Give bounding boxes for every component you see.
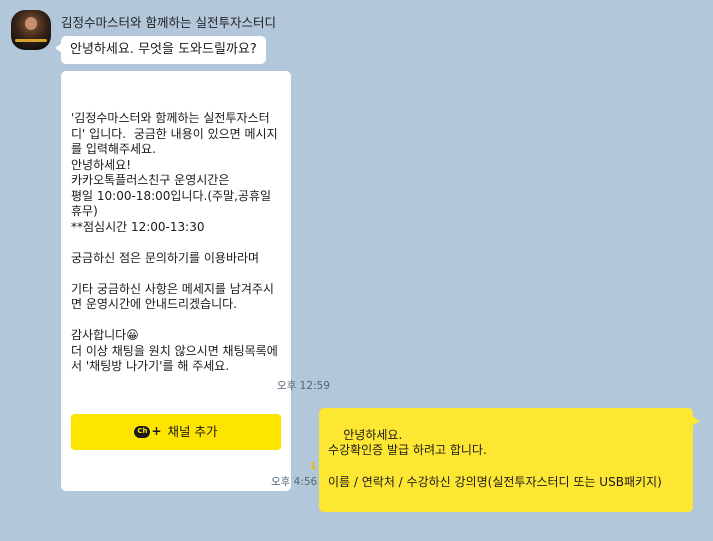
add-channel-button[interactable]: Ch + 채널 추가 bbox=[71, 413, 281, 450]
profile-avatar[interactable] bbox=[11, 10, 51, 50]
kakao-channel-icon: Ch bbox=[134, 425, 151, 438]
greeting-message-bubble: 안녕하세요. 무엇을 도와드릴까요? bbox=[55, 36, 266, 64]
my-message-text: 안녕하세요. 수강확인증 발급 하려고 합니다. 이름 / 연락처 / 수강하신… bbox=[328, 427, 662, 489]
card-timestamp: 오후 12:59 bbox=[277, 380, 330, 392]
sender-name: 김정수마스터와 함께하는 실전투자스터디 bbox=[61, 15, 276, 30]
chat-window: 김정수마스터와 함께하는 실전투자스터디 안녕하세요. 무엇을 도와드릴까요? … bbox=[0, 0, 713, 541]
welcome-card-text: '김정수마스터와 함께하는 실전투자스터디' 입니다. 궁금한 내용이 있으면 … bbox=[71, 111, 278, 373]
avatar-face bbox=[25, 17, 37, 30]
my-message-timestamp: 오후 4:56 bbox=[271, 476, 318, 488]
plus-icon: + bbox=[151, 423, 162, 438]
add-channel-label: 채널 추가 bbox=[167, 423, 218, 439]
avatar-banner bbox=[15, 39, 47, 42]
my-message-bubble: 안녕하세요. 수강확인증 발급 하려고 합니다. 이름 / 연락처 / 수강하신… bbox=[319, 408, 700, 513]
unread-count: 1 bbox=[310, 462, 317, 472]
greeting-message-text: 안녕하세요. 무엇을 도와드릴까요? bbox=[70, 42, 257, 57]
welcome-card-bubble: '김정수마스터와 함께하는 실전투자스터디' 입니다. 궁금한 내용이 있으면 … bbox=[61, 71, 291, 491]
